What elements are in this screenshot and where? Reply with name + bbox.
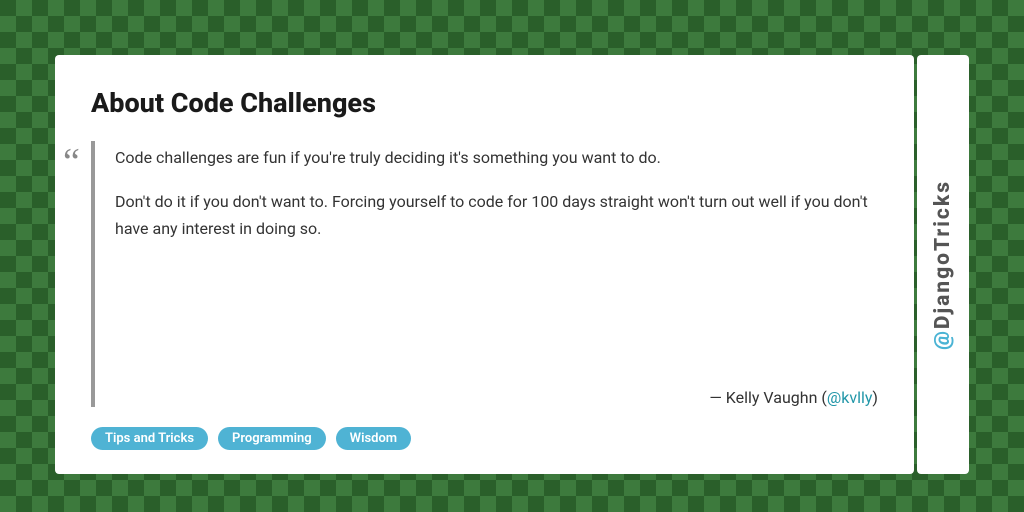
main-card: About Code Challenges “ Code challenges … — [55, 55, 914, 474]
at-symbol: @ — [931, 329, 955, 350]
quote-mark-icon: “ — [63, 143, 80, 181]
quote-text: Code challenges are fun if you're truly … — [115, 141, 878, 242]
quote-attribution: — Kelly Vaughn (@kvlly) — [115, 388, 878, 407]
side-label-panel: @DjangoTricks — [917, 55, 969, 474]
attribution-suffix: ) — [872, 388, 878, 407]
tag-programming[interactable]: Programming — [218, 427, 326, 450]
quote-container: “ Code challenges are fun if you're trul… — [91, 141, 878, 407]
tag-tips-and-tricks[interactable]: Tips and Tricks — [91, 427, 208, 450]
attribution-prefix: — Kelly Vaughn ( — [709, 388, 827, 407]
tag-wisdom[interactable]: Wisdom — [336, 427, 411, 450]
tags-container: Tips and Tricks Programming Wisdom — [91, 427, 878, 450]
quote-block: “ Code challenges are fun if you're trul… — [91, 141, 878, 407]
attribution-handle[interactable]: @kvlly — [827, 388, 873, 407]
quote-paragraph-1: Code challenges are fun if you're truly … — [115, 145, 878, 171]
card-title: About Code Challenges — [91, 87, 878, 119]
quote-paragraph-2: Don't do it if you don't want to. Forcin… — [115, 189, 878, 242]
site-name: DjangoTricks — [931, 180, 955, 329]
side-label-text: @DjangoTricks — [933, 180, 954, 350]
